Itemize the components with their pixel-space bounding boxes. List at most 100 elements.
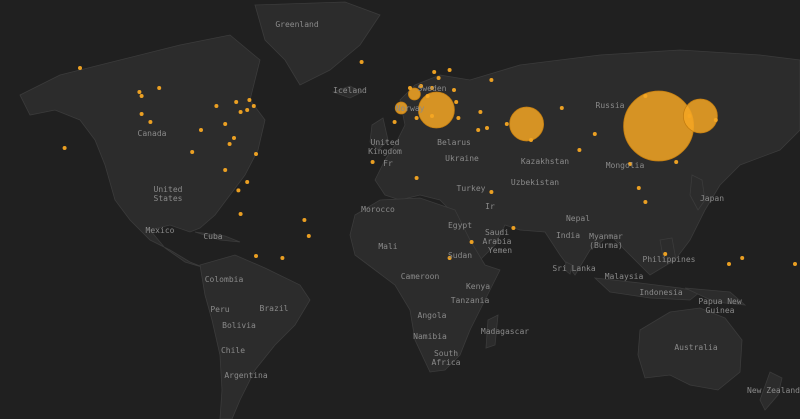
country-label: Russia — [595, 101, 625, 110]
location-marker[interactable] — [238, 110, 243, 114]
location-marker[interactable] — [234, 100, 239, 104]
country-label: Norway — [395, 104, 425, 113]
country-label: Tanzania — [450, 296, 490, 305]
location-marker[interactable] — [713, 118, 718, 122]
country-label: New Zealand — [747, 386, 800, 395]
country-label: Ir — [485, 202, 495, 211]
country-label: Peru — [210, 305, 230, 314]
country-label: Yemen — [487, 246, 513, 255]
country-label: Brazil — [259, 304, 289, 313]
location-marker[interactable] — [247, 98, 252, 102]
country-label: India — [555, 231, 581, 240]
country-label: Mexico — [145, 226, 175, 235]
location-marker[interactable] — [489, 190, 494, 194]
country-label: Uzbekistan — [510, 178, 560, 187]
location-marker[interactable] — [245, 180, 250, 184]
country-label: Japan — [699, 194, 725, 203]
country-label: Angola — [417, 311, 447, 320]
location-marker[interactable] — [485, 126, 489, 130]
country-label: Papua New Guinea — [698, 297, 742, 315]
location-marker[interactable] — [504, 122, 509, 126]
location-marker[interactable] — [414, 116, 419, 120]
location-marker[interactable] — [793, 262, 797, 266]
country-label: Canada — [137, 129, 167, 138]
country-label: Namibia — [413, 332, 447, 341]
country-label: Turkey — [456, 184, 486, 193]
country-label: United Kingdom — [368, 138, 402, 156]
location-marker[interactable] — [408, 86, 412, 90]
world-map[interactable]: Greenland Iceland Sweden Norway Russia Canada… — [0, 0, 800, 419]
country-label: Chile — [220, 346, 246, 355]
location-marker[interactable] — [78, 66, 82, 70]
location-marker[interactable] — [223, 168, 228, 172]
location-marker[interactable] — [148, 120, 153, 124]
location-marker[interactable] — [432, 70, 437, 74]
location-marker[interactable] — [456, 116, 461, 120]
country-label: Saudi Arabia — [482, 228, 512, 246]
country-label: Belarus — [437, 138, 471, 147]
country-label: Australia — [674, 343, 718, 352]
location-marker[interactable] — [306, 234, 311, 238]
location-marker[interactable] — [280, 256, 285, 260]
country-label: Indonesia — [639, 288, 683, 297]
country-label: Bolivia — [222, 321, 256, 330]
location-marker[interactable] — [227, 142, 232, 146]
country-label: Colombia — [204, 275, 244, 284]
location-marker[interactable] — [452, 88, 456, 92]
location-marker[interactable] — [430, 114, 434, 118]
location-marker[interactable] — [529, 138, 533, 142]
location-marker[interactable] — [157, 86, 162, 90]
land-layer — [19, 1, 800, 419]
country-label: Morocco — [361, 205, 395, 214]
location-marker[interactable] — [592, 132, 597, 136]
location-marker[interactable] — [687, 114, 692, 118]
location-marker[interactable] — [478, 110, 483, 114]
location-marker[interactable] — [509, 106, 544, 142]
location-marker[interactable] — [674, 160, 679, 164]
location-marker[interactable] — [190, 150, 195, 154]
location-marker[interactable] — [489, 78, 494, 82]
country-label: Cameroon — [400, 272, 440, 281]
country-label: South Africa — [431, 349, 461, 367]
country-label: Sweden — [417, 84, 447, 93]
location-marker[interactable] — [643, 94, 648, 98]
country-label: Nepal — [565, 214, 591, 223]
location-marker[interactable] — [251, 104, 256, 108]
location-marker[interactable] — [370, 160, 375, 164]
location-marker[interactable] — [727, 262, 731, 266]
location-marker[interactable] — [623, 90, 694, 162]
location-marker[interactable] — [139, 112, 144, 116]
country-label: Greenland — [275, 20, 319, 29]
location-marker[interactable] — [392, 120, 397, 124]
location-marker[interactable] — [214, 104, 219, 108]
country-label: Myanmar (Burma) — [589, 232, 623, 250]
location-marker[interactable] — [139, 94, 144, 98]
location-marker[interactable] — [223, 122, 228, 126]
location-marker[interactable] — [238, 212, 243, 216]
location-marker[interactable] — [199, 128, 203, 132]
land-north-america — [19, 34, 266, 269]
location-marker[interactable] — [62, 146, 67, 150]
location-marker[interactable] — [236, 188, 241, 193]
location-marker[interactable] — [254, 152, 258, 156]
map-canvas[interactable] — [0, 0, 800, 419]
location-marker[interactable] — [476, 128, 481, 132]
location-marker[interactable] — [245, 108, 250, 112]
location-marker[interactable] — [414, 176, 419, 180]
location-marker[interactable] — [137, 90, 142, 94]
location-marker[interactable] — [436, 76, 441, 80]
location-marker[interactable] — [454, 100, 459, 104]
country-label: Fr — [383, 159, 393, 168]
location-marker[interactable] — [359, 60, 364, 64]
location-marker[interactable] — [254, 254, 258, 258]
location-marker[interactable] — [559, 106, 564, 110]
location-marker[interactable] — [232, 136, 236, 140]
location-marker[interactable] — [740, 256, 745, 260]
location-marker[interactable] — [636, 186, 641, 190]
location-marker[interactable] — [643, 200, 648, 204]
location-marker[interactable] — [577, 148, 582, 152]
location-marker[interactable] — [425, 94, 430, 98]
country-label: United States — [153, 185, 183, 203]
location-marker[interactable] — [302, 218, 307, 222]
location-marker[interactable] — [447, 68, 452, 72]
